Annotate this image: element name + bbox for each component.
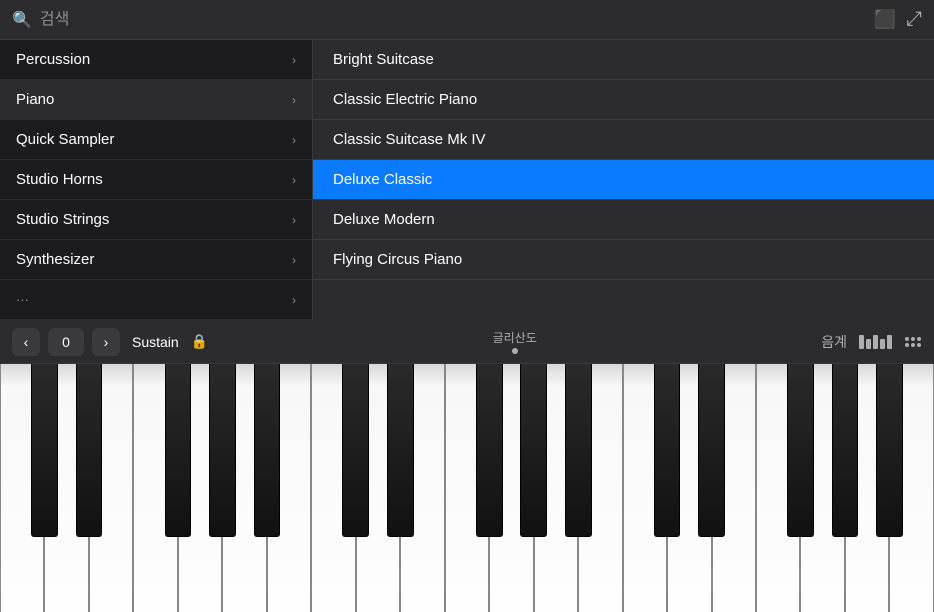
instruments-panel: Bright Suitcase Classic Electric Piano C… — [313, 40, 934, 320]
categories-panel: Percussion › Piano › Quick Sampler › Stu… — [0, 40, 313, 320]
controls-bar: ‹ 0 › Sustain 🔒 글리산도 음계 — [0, 320, 934, 364]
black-key[interactable] — [876, 364, 903, 537]
content-row: Percussion › Piano › Quick Sampler › Stu… — [0, 40, 934, 320]
piano-keys: C2C3C4 — [0, 364, 934, 612]
black-key[interactable] — [342, 364, 369, 537]
black-key[interactable] — [787, 364, 814, 537]
sidebar-item-quick-sampler[interactable]: Quick Sampler › — [0, 120, 312, 160]
next-icon: › — [104, 334, 109, 350]
search-icon: 🔍 — [12, 10, 32, 30]
instrument-deluxe-modern[interactable]: Deluxe Modern — [313, 200, 934, 240]
sidebar-item-piano[interactable]: Piano › — [0, 80, 312, 120]
chevron-right-icon: › — [292, 133, 296, 147]
chord-view-icon[interactable] — [904, 337, 922, 347]
instrument-bright-suitcase[interactable]: Bright Suitcase — [313, 40, 934, 80]
black-key[interactable] — [254, 364, 281, 537]
sidebar-item-percussion[interactable]: Percussion › — [0, 40, 312, 80]
chord-dot-3 — [917, 337, 921, 341]
chevron-right-icon: › — [292, 93, 296, 107]
right-controls: 음계 — [821, 332, 922, 352]
black-key[interactable] — [209, 364, 236, 537]
octave-number: 0 — [48, 328, 84, 356]
piano-bar-1 — [859, 335, 864, 349]
piano-keyboard: C2C3C4 — [0, 364, 934, 612]
glissando-label: 글리산도 — [493, 329, 537, 346]
app-wrapper: 🔍 ⬛ ⤢ Percussion › Piano › Quick Sampler… — [0, 0, 934, 612]
black-key[interactable] — [31, 364, 58, 537]
sidebar-item-synthesizer[interactable]: Synthesizer › — [0, 240, 312, 280]
instrument-flying-circus-piano[interactable]: Flying Circus Piano — [313, 240, 934, 280]
sidebar-item-studio-horns[interactable]: Studio Horns › — [0, 160, 312, 200]
instrument-deluxe-classic[interactable]: Deluxe Classic — [313, 160, 934, 200]
chord-dot-6 — [917, 343, 921, 347]
instrument-classic-suitcase-mk-iv[interactable]: Classic Suitcase Mk IV — [313, 120, 934, 160]
lock-icon[interactable]: 🔒 — [191, 333, 208, 350]
prev-icon: ‹ — [24, 334, 29, 350]
scale-label: 음계 — [821, 332, 847, 352]
next-button[interactable]: › — [92, 328, 120, 356]
chevron-right-icon: › — [292, 213, 296, 227]
black-key[interactable] — [832, 364, 859, 537]
resize-icon[interactable]: ⤢ — [906, 8, 922, 31]
chord-dot-5 — [911, 343, 915, 347]
piano-bar-5 — [887, 335, 892, 349]
header-icons: ⬛ ⤢ — [874, 8, 922, 31]
piano-bar-4 — [880, 339, 885, 349]
sustain-label: Sustain — [132, 334, 179, 350]
black-key[interactable] — [387, 364, 414, 537]
chevron-right-icon: › — [292, 293, 296, 307]
glissando-control: 글리산도 — [216, 329, 813, 354]
sidebar-item-studio-strings[interactable]: Studio Strings › — [0, 200, 312, 240]
search-bar: 🔍 ⬛ ⤢ — [0, 0, 934, 40]
black-key[interactable] — [476, 364, 503, 537]
glissando-dot — [512, 348, 518, 354]
prev-button[interactable]: ‹ — [12, 328, 40, 356]
window-icon[interactable]: ⬛ — [874, 9, 896, 30]
piano-bar-2 — [866, 339, 871, 349]
black-key[interactable] — [76, 364, 103, 537]
black-key[interactable] — [654, 364, 681, 537]
piano-view-icon[interactable] — [859, 335, 892, 349]
piano-bar-3 — [873, 335, 878, 349]
black-key[interactable] — [520, 364, 547, 537]
chevron-right-icon: › — [292, 253, 296, 267]
black-key[interactable] — [698, 364, 725, 537]
chord-dot-1 — [905, 337, 909, 341]
sidebar-item-more[interactable]: ··· › — [0, 280, 312, 320]
search-input[interactable] — [40, 11, 874, 29]
chord-dot-2 — [911, 337, 915, 341]
instrument-classic-electric-piano[interactable]: Classic Electric Piano — [313, 80, 934, 120]
chevron-right-icon: › — [292, 173, 296, 187]
black-key[interactable] — [165, 364, 192, 537]
chevron-right-icon: › — [292, 53, 296, 67]
chord-dot-4 — [905, 343, 909, 347]
black-key[interactable] — [565, 364, 592, 537]
